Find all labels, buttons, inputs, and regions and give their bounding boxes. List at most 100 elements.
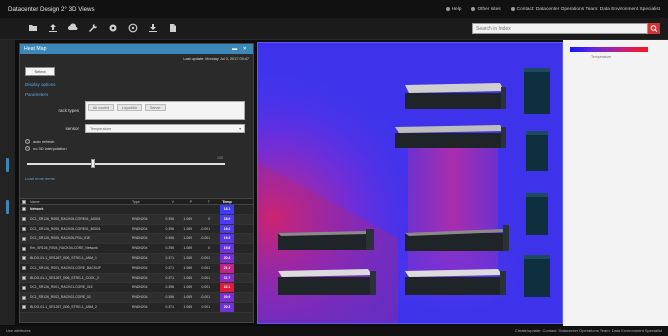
table-row[interactable]: BLDG-01-1_SR126T_B06_STRG-1_COOL_2 RNDN20…: [20, 273, 253, 284]
table-row[interactable]: DC1_SR126_R005_RACK05-CORE01_B0001 RNDN20…: [20, 224, 253, 235]
panel-body: Last update: Monday Jul 3, 2017 03:47 Se…: [20, 54, 253, 185]
strip-handle-bottom[interactable]: [6, 200, 9, 214]
col-type[interactable]: Type: [132, 199, 156, 204]
auto-refresh-radio[interactable]: [25, 139, 30, 144]
auto-refresh-option[interactable]: auto refresh: [25, 139, 248, 144]
cell-p: 1.069: [183, 285, 193, 290]
table-row[interactable]: DC1_SR126_R001_RACK01-CORE_01E RNDN204 0.3…: [20, 283, 253, 294]
rack-row[interactable]: [278, 269, 376, 295]
rack-row[interactable]: [405, 269, 506, 295]
row-select[interactable]: [20, 205, 28, 214]
checkbox[interactable]: [22, 266, 26, 271]
help-link[interactable]: Help: [445, 7, 461, 12]
cell-name: BLDG-01-1_SR126T_B06_STRG-1_COOL_2: [30, 275, 99, 280]
cooling-unit[interactable]: [524, 255, 550, 297]
rack-row[interactable]: [405, 83, 506, 109]
checkbox[interactable]: [22, 236, 26, 241]
load-more-link[interactable]: Load more items: [25, 176, 248, 181]
row-select[interactable]: [20, 283, 28, 292]
row-select[interactable]: [20, 293, 28, 302]
table-row[interactable]: DC1_SR126_R005_RACK05-PDU_01E RNDN204 0.39…: [20, 234, 253, 245]
interpolation-radio[interactable]: [25, 146, 30, 151]
cell-name: DC1_SR126_R002_RACK02-CORE_02: [30, 295, 91, 300]
slider-thumb[interactable]: [91, 159, 96, 168]
table-row[interactable]: DC1_SR126_R005_RACK05-CORE01_A0001 RNDN20…: [20, 214, 253, 225]
cell-name: Rm_SR126_R004_RACK04-CORE_Network: [30, 246, 98, 251]
checkbox[interactable]: [22, 226, 26, 231]
table-row[interactable]: DC1_SR126_R003_RACK03-CORE_BACKUP RNDN204…: [20, 263, 253, 274]
cell-t: [192, 205, 210, 214]
cooling-unit[interactable]: [526, 193, 548, 235]
export-icon[interactable]: [168, 23, 178, 33]
rack-type-tag[interactable]: Liquid/Air: [116, 104, 142, 111]
display-options-link[interactable]: Display options: [25, 82, 248, 87]
cloud-icon[interactable]: [68, 23, 78, 33]
panel-controls[interactable]: ▬ ✕: [232, 44, 253, 54]
row-select[interactable]: [20, 274, 28, 283]
checkbox[interactable]: [22, 305, 26, 310]
cooling-unit[interactable]: [526, 131, 548, 171]
cell-name: DC1_SR126_R005_RACK05-PDU_01E: [30, 236, 91, 241]
rack-type-tag[interactable]: Air cooled: [88, 104, 114, 111]
cell-name: DC1_SR126_R005_RACK05-CORE01_B0001: [30, 226, 101, 231]
cell-t: 0.001: [201, 265, 211, 270]
cell-t: 0: [208, 246, 210, 251]
rack-type-tag[interactable]: Server: [144, 104, 166, 111]
table-body: Network 18.1 DC1_SR126_R005_RACK05-CORE01_…: [20, 205, 253, 313]
interpolation-option[interactable]: no 3D interpolation: [25, 146, 248, 151]
checkbox[interactable]: [22, 246, 26, 251]
table-row[interactable]: Rm_SR126_R004_RACK04-CORE_Network RNDN204…: [20, 244, 253, 254]
chevron-down-icon: ▾: [239, 127, 241, 131]
contact-link[interactable]: Contact: Datacenter Operations Team: Dat…: [510, 7, 660, 12]
heatmap-scene[interactable]: [258, 43, 563, 324]
rack-row[interactable]: [395, 125, 506, 148]
checkbox[interactable]: [22, 256, 26, 261]
cell-name: Network: [30, 207, 44, 211]
settings-icon[interactable]: [108, 23, 118, 33]
col-name[interactable]: Name: [28, 199, 132, 204]
cell-t: 0.001: [201, 275, 211, 280]
table-row[interactable]: DC1_SR126_R002_RACK02-CORE_02 RNDN204 0.39…: [20, 293, 253, 303]
wrench-icon[interactable]: [88, 23, 98, 33]
strip-handle-top[interactable]: [6, 158, 9, 172]
target-icon[interactable]: [128, 23, 138, 33]
checkbox[interactable]: [22, 217, 26, 222]
row-select[interactable]: [20, 215, 28, 224]
row-select[interactable]: [20, 264, 28, 273]
header-select[interactable]: [20, 199, 28, 204]
heatmap-3d-viewport[interactable]: [257, 42, 563, 324]
checkbox[interactable]: [22, 295, 26, 300]
table-row[interactable]: Network 18.1: [20, 205, 253, 215]
search-input[interactable]: [472, 23, 648, 34]
folder-icon[interactable]: [28, 23, 38, 33]
col-temp[interactable]: Temp: [220, 199, 234, 204]
row-select[interactable]: [20, 303, 28, 312]
user-icon: [510, 7, 515, 11]
upload-icon[interactable]: [48, 23, 58, 33]
select-button[interactable]: Select: [25, 67, 55, 76]
cell-v: 0.396: [165, 226, 175, 231]
row-select[interactable]: [20, 244, 28, 253]
sensor-select[interactable]: Temperature ▾: [85, 124, 245, 133]
other-sites-link[interactable]: Other sites: [471, 7, 501, 12]
col-t[interactable]: T: [192, 199, 210, 204]
table-row[interactable]: BLDG-01-1_SR126T_B06_STRG-1_ANM_1 RNDN204…: [20, 253, 253, 264]
row-select[interactable]: [20, 225, 28, 234]
checkbox[interactable]: [22, 207, 26, 212]
checkbox[interactable]: [22, 275, 26, 280]
parameters-link[interactable]: Parameters: [25, 92, 248, 97]
status-left: Use attributes: [6, 328, 31, 333]
search-button[interactable]: [648, 23, 660, 34]
table-row[interactable]: BLDG-01-1_SR126T_B06_STRG-1_ANM_2 RNDN204…: [20, 302, 253, 313]
row-select[interactable]: [20, 234, 28, 243]
checkbox[interactable]: [22, 285, 26, 290]
col-v[interactable]: V: [156, 199, 174, 204]
threshold-slider[interactable]: 100: [25, 156, 225, 170]
cell-type: RNDN204: [132, 275, 148, 280]
col-p[interactable]: P: [174, 199, 192, 204]
cooling-unit[interactable]: [524, 68, 550, 114]
slider-track[interactable]: [27, 163, 225, 165]
row-select[interactable]: [20, 254, 28, 263]
rack-types-input[interactable]: Air cooled Liquid/Air Server: [85, 101, 245, 120]
download-icon[interactable]: [148, 23, 158, 33]
